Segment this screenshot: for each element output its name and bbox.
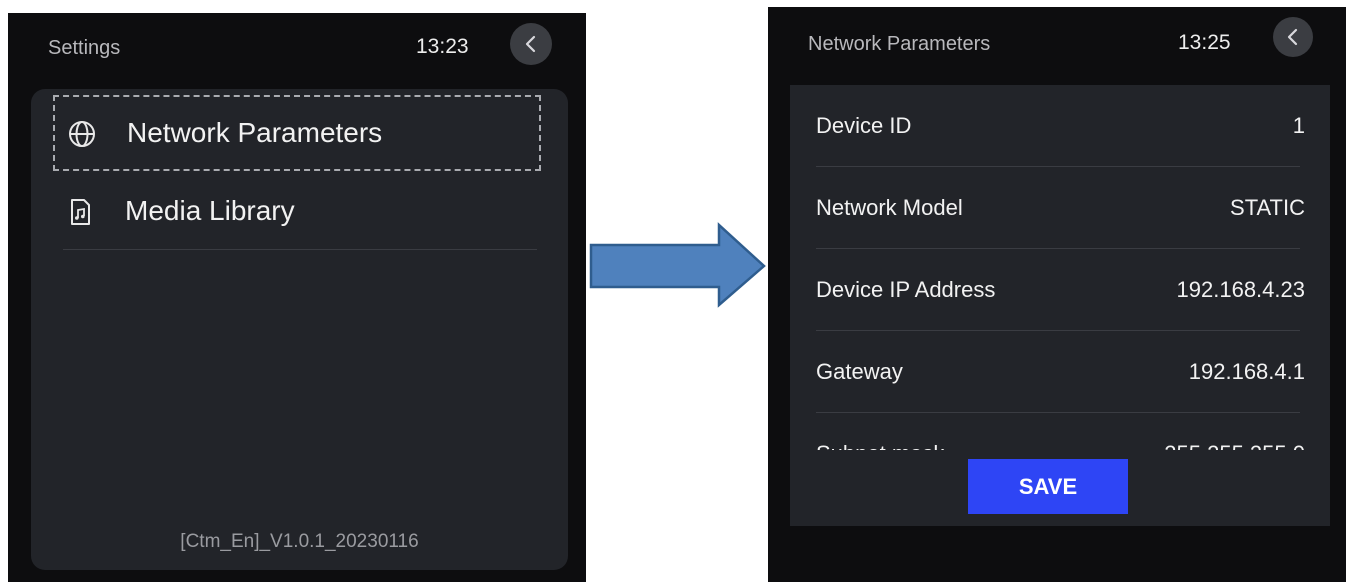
network-parameters-screen: Network Parameters 13:25 Device ID 1 Net… — [768, 7, 1346, 582]
param-row-gateway[interactable]: Gateway 192.168.4.1 — [790, 331, 1330, 413]
save-button[interactable]: SAVE — [968, 459, 1128, 514]
settings-menu-panel: Network Parameters Media Library [Ctm_En… — [31, 89, 568, 570]
parameters-panel: Device ID 1 Network Model STATIC Device … — [790, 85, 1330, 526]
menu-item-media-library[interactable]: Media Library — [53, 175, 541, 251]
back-button[interactable] — [510, 23, 552, 65]
page-title: Settings — [48, 37, 121, 59]
param-value: 192.168.4.23 — [1176, 277, 1305, 302]
settings-screen: Settings 13:23 Network Parameters Media … — [8, 13, 586, 582]
version-text: [Ctm_En]_V1.0.1_20230116 — [180, 531, 419, 552]
param-name: Network Model — [816, 195, 963, 220]
menu-item-label: Network Parameters — [127, 117, 383, 148]
param-value: 192.168.4.1 — [1188, 359, 1305, 384]
chevron-left-icon — [1287, 28, 1298, 46]
param-value: 255.255.255.0 — [1164, 441, 1305, 450]
param-name: Device ID — [816, 113, 912, 138]
music-file-icon — [65, 197, 95, 227]
parameter-list[interactable]: Device ID 1 Network Model STATIC Device … — [790, 85, 1330, 450]
param-row-device-id[interactable]: Device ID 1 — [790, 85, 1330, 167]
globe-icon — [67, 119, 97, 149]
divider — [63, 249, 537, 250]
param-name: Subnet mask — [816, 441, 944, 450]
menu-item-label: Media Library — [125, 195, 295, 226]
param-value: 1 — [1292, 113, 1305, 138]
back-button[interactable] — [1273, 17, 1313, 57]
right-arrow-icon — [589, 222, 766, 308]
clock: 13:23 — [416, 35, 469, 58]
param-value: STATIC — [1230, 195, 1305, 220]
menu-item-network-parameters[interactable]: Network Parameters — [53, 95, 541, 171]
clock: 13:25 — [1178, 31, 1231, 54]
chevron-left-icon — [525, 35, 536, 53]
param-row-network-model[interactable]: Network Model STATIC — [790, 167, 1330, 249]
page-title: Network Parameters — [808, 33, 991, 55]
param-name: Device IP Address — [816, 277, 996, 302]
param-row-device-ip-address[interactable]: Device IP Address 192.168.4.23 — [790, 249, 1330, 331]
param-name: Gateway — [816, 359, 903, 384]
param-row-subnet-mask[interactable]: Subnet mask 255.255.255.0 — [790, 413, 1330, 450]
